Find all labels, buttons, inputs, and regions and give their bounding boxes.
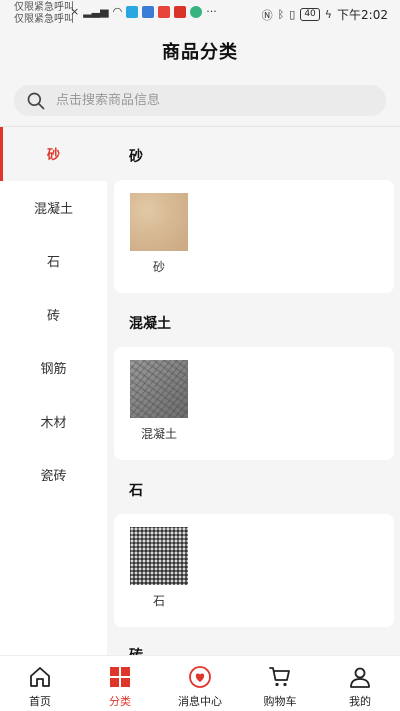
status-bar: 仅限紧急呼叫 仅限紧急呼叫 × ▂▃▅ ◠ ··· Ⓝ ᛒ ▯ 40 ϟ 下午2… — [0, 0, 400, 28]
product-image — [130, 527, 188, 585]
app-notification-icon — [126, 5, 139, 18]
sidebar-item-label: 木材 — [40, 415, 67, 431]
notification-icons: × ▂▃▅ ◠ ··· — [70, 5, 217, 18]
nav-category[interactable]: 分类 — [80, 656, 160, 711]
product-image — [130, 360, 188, 418]
nfc-icon: Ⓝ — [261, 8, 273, 22]
product-item[interactable]: 石 — [130, 527, 190, 609]
page-header: 商品分类 — [0, 28, 400, 74]
nav-label: 首页 — [29, 695, 51, 708]
app-notification-icon — [142, 5, 155, 18]
sidebar-item-tile[interactable]: 瓷砖 — [0, 448, 107, 502]
nav-home[interactable]: 首页 — [0, 656, 80, 711]
category-sidebar: 砂 混凝土 石 砖 钢筋 木材 瓷砖 — [0, 127, 107, 655]
section-title: 石 — [129, 483, 143, 499]
product-image — [130, 193, 188, 251]
sidebar-item-stone[interactable]: 石 — [0, 234, 107, 288]
product-item[interactable]: 砂 — [130, 193, 190, 275]
search-input[interactable] — [56, 93, 356, 108]
sidebar-item-label: 砖 — [46, 308, 60, 324]
product-name: 石 — [152, 594, 165, 608]
sidebar-item-label: 砂 — [46, 148, 60, 164]
more-icon: ··· — [206, 5, 217, 18]
section-title: 砖 — [129, 645, 143, 655]
bottom-nav: 首页 分类 消息中心 购物车 我的 — [0, 655, 400, 711]
nav-label: 消息中心 — [178, 695, 222, 708]
wifi-icon: ◠ — [112, 5, 123, 18]
nav-messages[interactable]: 消息中心 — [160, 656, 240, 711]
vibrate-icon: ▯ — [289, 8, 296, 21]
sidebar-item-label: 石 — [46, 255, 60, 271]
product-card: 混凝土 — [114, 347, 394, 460]
nav-label: 我的 — [349, 695, 371, 708]
close-small-icon: × — [70, 5, 80, 18]
weibo-icon — [158, 5, 171, 18]
system-indicators: Ⓝ ᛒ ▯ 40 ϟ 下午2:02 — [262, 6, 388, 23]
product-name: 混凝土 — [140, 427, 177, 441]
clock: 下午2:02 — [337, 8, 388, 22]
charging-icon: ϟ — [324, 8, 333, 21]
battery-indicator: 40 — [300, 8, 320, 21]
sidebar-item-concrete[interactable]: 混凝土 — [0, 181, 107, 235]
nav-label: 分类 — [109, 695, 131, 708]
product-card: 砂 — [114, 180, 394, 293]
search-bar[interactable] — [14, 85, 386, 116]
message-heart-icon — [189, 666, 211, 688]
sidebar-item-label: 钢筋 — [40, 362, 67, 378]
user-icon — [350, 667, 370, 688]
sidebar-item-timber[interactable]: 木材 — [0, 395, 107, 449]
carrier-text-2: 仅限紧急呼叫 — [14, 14, 74, 25]
home-icon — [30, 667, 50, 687]
product-card: 石 — [114, 514, 394, 627]
bluetooth-icon: ᛒ — [277, 8, 285, 21]
product-name: 砂 — [152, 260, 165, 274]
app-notification-icon — [190, 5, 203, 18]
sidebar-item-sand[interactable]: 砂 — [0, 127, 107, 181]
cart-icon — [269, 667, 290, 687]
search-icon — [27, 92, 45, 109]
sidebar-item-rebar[interactable]: 钢筋 — [0, 341, 107, 395]
section-title: 混凝土 — [129, 316, 171, 332]
taobao-icon — [174, 5, 187, 18]
page-title: 商品分类 — [162, 42, 238, 63]
sidebar-item-label: 混凝土 — [33, 201, 73, 217]
category-content[interactable]: 砂 砂 混凝土 混凝土 石 石 砖 — [107, 127, 400, 655]
carrier-text: 仅限紧急呼叫 — [14, 2, 74, 13]
section-title: 砂 — [129, 149, 143, 165]
category-icon — [110, 667, 130, 687]
nav-label: 购物车 — [263, 695, 297, 708]
nav-profile[interactable]: 我的 — [320, 656, 400, 711]
sidebar-item-label: 瓷砖 — [40, 469, 67, 485]
sidebar-item-brick[interactable]: 砖 — [0, 288, 107, 342]
product-item[interactable]: 混凝土 — [130, 360, 190, 442]
nav-cart[interactable]: 购物车 — [240, 656, 320, 711]
signal-icon: ▂▃▅ — [83, 5, 109, 18]
